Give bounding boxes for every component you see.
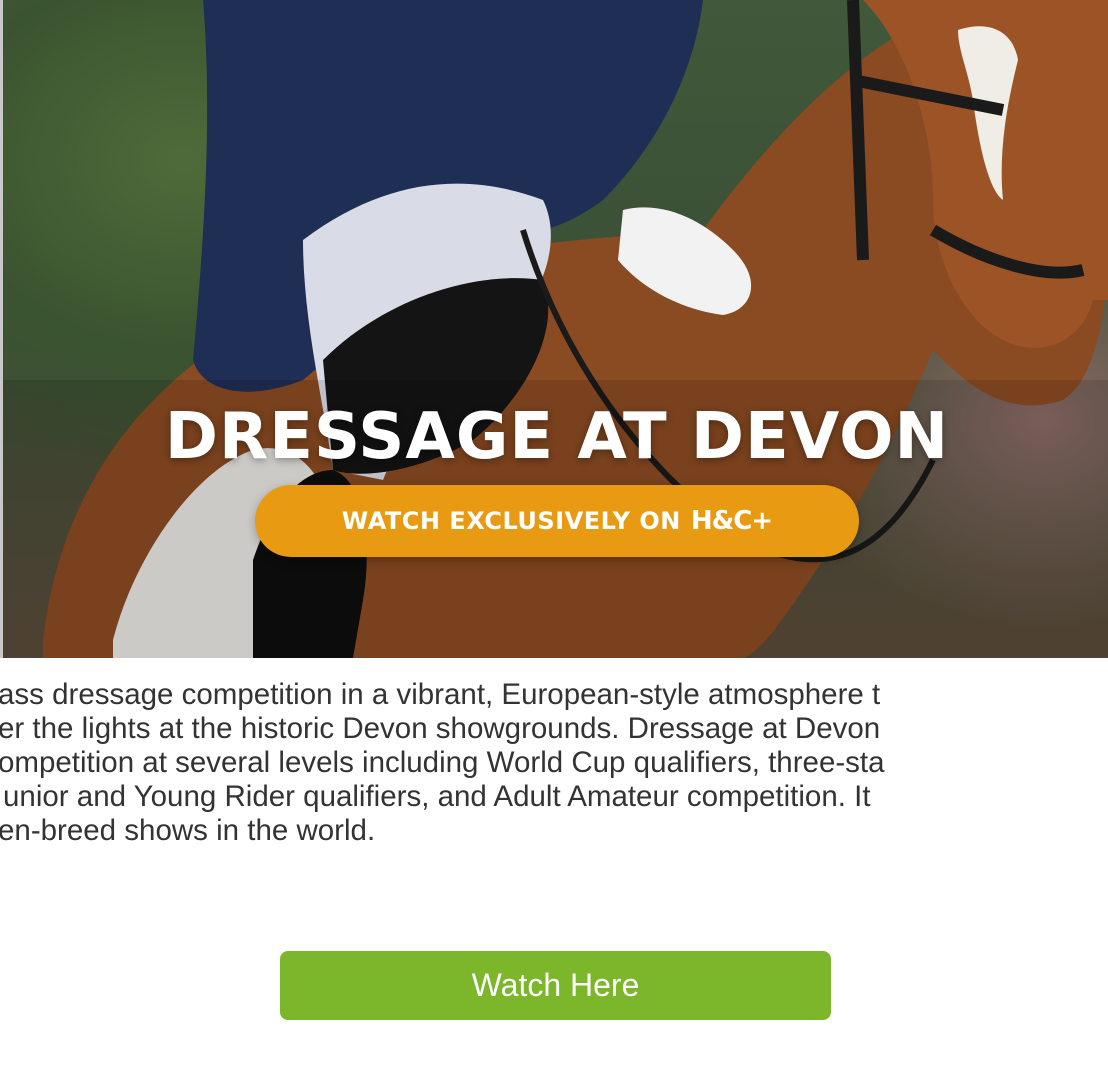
description-line: ompetition at several levels including W… bbox=[0, 746, 885, 779]
description-line: er the lights at the historic Devon show… bbox=[0, 712, 881, 745]
hero-title: DRESSAGE AT DEVON bbox=[164, 400, 950, 474]
watch-exclusively-button[interactable]: WATCH EXCLUSIVELY ON H&C+ bbox=[255, 485, 859, 557]
hero-banner[interactable]: DRESSAGE AT DEVON WATCH EXCLUSIVELY ON H… bbox=[0, 0, 1108, 658]
hc-plus-logo: H&C+ bbox=[690, 506, 773, 536]
event-description: ass dressage competition in a vibrant, E… bbox=[0, 664, 1108, 904]
description-line: ass dressage competition in a vibrant, E… bbox=[0, 678, 881, 711]
hero-illustration bbox=[3, 0, 1108, 658]
watch-here-button[interactable]: Watch Here bbox=[280, 951, 831, 1020]
description-line: unior and Young Rider qualifiers, and Ad… bbox=[3, 780, 871, 813]
description-line: en-breed shows in the world. bbox=[0, 814, 376, 847]
cta-label: WATCH EXCLUSIVELY ON bbox=[341, 507, 681, 535]
